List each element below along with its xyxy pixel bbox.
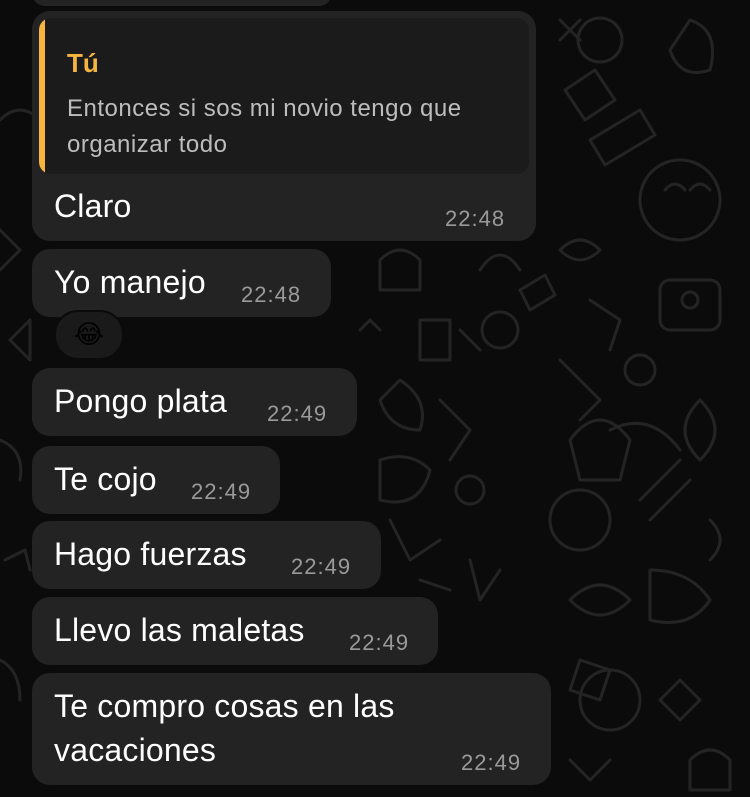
message-text: Te cojo <box>54 461 157 497</box>
chat-messages: Tú Entonces si sos mi novio tengo que or… <box>0 0 750 797</box>
message-text: Te compro cosas en las vacaciones <box>54 688 395 768</box>
message-bubble[interactable]: Pongo plata 22:49 <box>32 368 357 436</box>
message-time: 22:49 <box>267 401 328 426</box>
message-text: Yo manejo <box>54 264 206 300</box>
quoted-author: Tú <box>67 48 99 78</box>
message-bubble[interactable]: Hago fuerzas 22:49 <box>32 521 381 589</box>
quoted-text: Entonces si sos mi novio tengo que organ… <box>67 95 462 158</box>
quote-accent-bar <box>39 18 45 174</box>
message-text: Pongo plata <box>54 383 228 419</box>
previous-message-bubble <box>32 0 332 6</box>
message-time: 22:49 <box>291 554 352 579</box>
message-time: 22:48 <box>445 206 506 231</box>
message-text: Llevo las maletas <box>54 612 305 648</box>
quoted-message[interactable]: Tú Entonces si sos mi novio tengo que or… <box>39 18 529 174</box>
message-bubble[interactable]: Llevo las maletas 22:49 <box>32 597 438 665</box>
message-reaction[interactable]: 😂 <box>54 310 124 360</box>
message-bubble[interactable]: Te compro cosas en las vacaciones 22:49 <box>32 673 551 785</box>
message-time: 22:49 <box>191 479 252 504</box>
message-time: 22:49 <box>461 750 522 775</box>
message-bubble[interactable]: Tú Entonces si sos mi novio tengo que or… <box>32 11 536 241</box>
message-time: 22:49 <box>349 630 410 655</box>
message-time: 22:48 <box>241 282 302 307</box>
message-bubble[interactable]: Yo manejo 22:48 <box>32 249 331 317</box>
message-bubble[interactable]: Te cojo 22:49 <box>32 446 280 514</box>
message-text: Hago fuerzas <box>54 536 247 572</box>
tears-of-joy-emoji-icon: 😂 <box>73 320 105 350</box>
message-text: Claro <box>54 188 132 224</box>
